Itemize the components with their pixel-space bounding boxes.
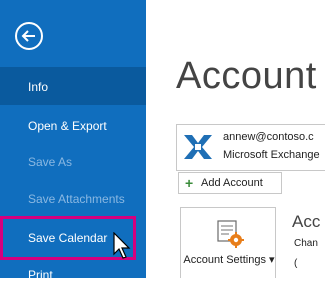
sidebar-item-save-as[interactable]: Save As bbox=[28, 155, 72, 169]
add-account-button[interactable]: + Add Account bbox=[178, 172, 282, 194]
section-subtitle: Chan bbox=[294, 238, 318, 249]
account-selector[interactable]: annew@contoso.c Microsoft Exchange bbox=[176, 124, 325, 171]
sidebar-item-info-label: Info bbox=[28, 80, 49, 94]
back-arrow-icon bbox=[21, 30, 35, 42]
plus-icon: + bbox=[185, 175, 194, 191]
account-email: annew@contoso.c bbox=[223, 131, 314, 143]
account-type: Microsoft Exchange bbox=[223, 149, 320, 161]
add-account-label: Add Account bbox=[201, 177, 263, 189]
exchange-icon bbox=[181, 131, 215, 163]
account-settings-icon bbox=[217, 220, 244, 248]
backstage-sidebar: Info Open & Export Save As Save Attachme… bbox=[0, 0, 146, 282]
back-button[interactable] bbox=[15, 22, 43, 50]
sidebar-item-save-attachments[interactable]: Save Attachments bbox=[28, 192, 125, 206]
account-settings-label: Account Settings ▾ bbox=[183, 254, 275, 266]
page-title: Account bbox=[176, 55, 317, 97]
account-settings-button[interactable]: Account Settings ▾ bbox=[180, 207, 276, 278]
main-panel: Account annew@contoso.c Microsoft Exchan… bbox=[146, 0, 325, 278]
sidebar-item-open-export[interactable]: Open & Export bbox=[28, 119, 107, 133]
sidebar-item-info[interactable] bbox=[0, 67, 146, 105]
section-title: Acc bbox=[292, 212, 321, 231]
sidebar-item-print[interactable]: Print bbox=[28, 268, 53, 282]
section-subtitle-2: ( bbox=[294, 258, 298, 269]
mouse-cursor-icon bbox=[113, 232, 131, 259]
